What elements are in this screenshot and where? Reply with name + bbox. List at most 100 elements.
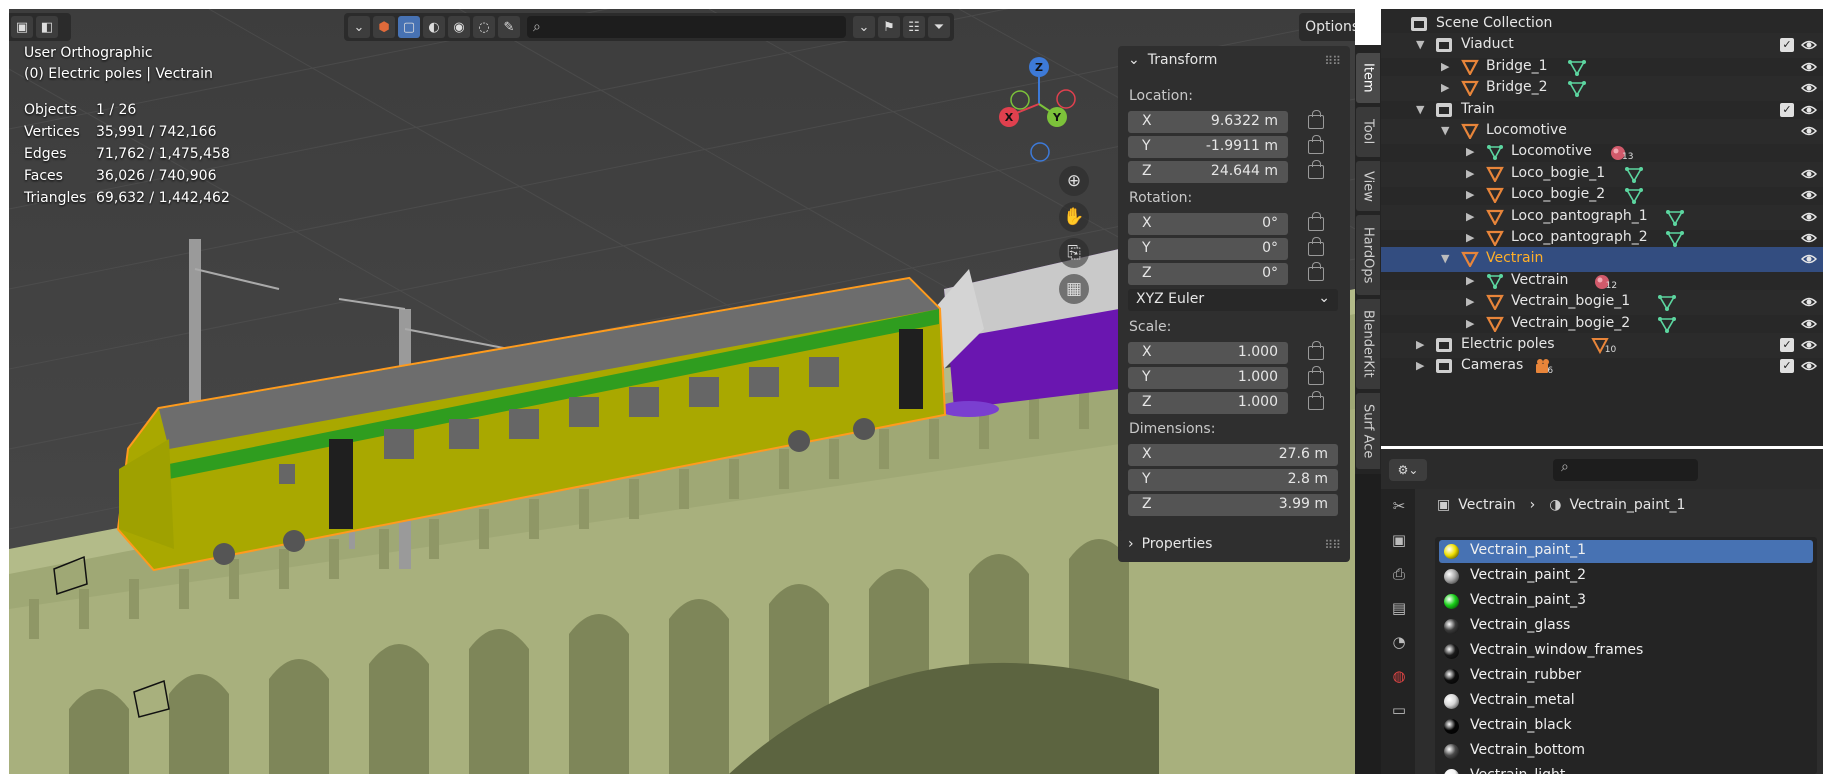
material-slot[interactable]: Vectrain_bottom [1439,740,1813,763]
eye-icon[interactable] [1801,294,1817,310]
hand-pan-icon[interactable]: ✋ [1059,202,1089,232]
tab-item[interactable]: Item [1356,53,1380,103]
eye-icon[interactable] [1801,166,1817,182]
properties-panel-header[interactable]: › Properties ⠿⠿ [1118,530,1350,562]
expand-right-icon[interactable]: ▶ [1441,81,1449,94]
gizmo-z-axis[interactable]: Z [1029,57,1049,77]
material-slot[interactable]: Vectrain_light [1439,765,1813,774]
solid-shading-icon[interactable]: ◐ [423,16,445,38]
material-slot[interactable]: Vectrain_paint_3 [1439,590,1813,613]
expand-down-icon[interactable]: ▼ [1441,124,1449,137]
tool-settings-icon[interactable]: ✂ [1390,497,1408,515]
material-slot[interactable]: Vectrain_black [1439,715,1813,738]
expand-right-icon[interactable]: ▶ [1466,188,1474,201]
expand-right-icon[interactable]: ▶ [1466,210,1474,223]
expand-right-icon[interactable]: ▶ [1466,167,1474,180]
expand-right-icon[interactable]: ▶ [1466,274,1474,287]
view-layer-dropdown-icon[interactable]: ⌄ [348,16,370,38]
scale-x-field[interactable]: X 1.000 [1128,342,1288,364]
view-layer-icon[interactable]: ▤ [1390,599,1408,617]
tab-view[interactable]: View [1356,161,1380,211]
expand-right-icon[interactable]: ▶ [1466,295,1474,308]
dimensions-x-field[interactable]: X 27.6 m [1128,444,1338,466]
material-slot[interactable]: Vectrain_paint_2 [1439,565,1813,588]
material-slot[interactable]: Vectrain_paint_1 [1439,540,1813,563]
eye-icon[interactable] [1801,123,1817,139]
drag-handle-icon[interactable]: ⠿⠿ [1324,54,1341,68]
lock-icon[interactable] [1308,262,1324,281]
bookmark-icon[interactable]: ⚑ [878,16,900,38]
camera-view-icon[interactable]: ⎘ [1059,238,1089,268]
output-icon[interactable]: ⎙ [1390,565,1408,583]
eye-icon[interactable] [1801,59,1817,75]
rotation-y-field[interactable]: Y 0° [1128,238,1288,260]
scale-z-field[interactable]: Z 1.000 [1128,392,1288,414]
rendered-shading-icon[interactable]: ◌ [473,16,495,38]
collapse-icon[interactable]: ⌄ [853,16,875,38]
tab-blenderkit[interactable]: BlenderKit [1356,299,1380,389]
expand-right-icon[interactable]: ▶ [1466,145,1474,158]
expand-down-icon[interactable]: ▼ [1416,38,1424,51]
selectable-filter-icon[interactable]: ▢ [398,16,420,38]
location-z-field[interactable]: Z 24.644 m [1128,161,1288,183]
brush-icon[interactable]: ✎ [498,16,520,38]
lock-icon[interactable] [1308,366,1324,385]
material-shading-icon[interactable]: ◉ [448,16,470,38]
expand-down-icon[interactable]: ▼ [1441,252,1449,265]
dimensions-y-field[interactable]: Y 2.8 m [1128,469,1338,491]
select-extend-icon[interactable]: ◧ [36,16,58,38]
eye-icon[interactable] [1801,80,1817,96]
sort-icon[interactable]: ☷ [903,16,925,38]
lock-icon[interactable] [1308,341,1324,360]
expand-right-icon[interactable]: ▶ [1416,359,1424,372]
eye-icon[interactable] [1801,187,1817,203]
location-y-field[interactable]: Y -1.9911 m [1128,136,1288,158]
ortho-grid-icon[interactable]: ▦ [1059,274,1089,304]
expand-right-icon[interactable]: ▶ [1466,317,1474,330]
editor-type-dropdown[interactable]: ⚙⌄ [1389,459,1427,481]
tab-hardops[interactable]: HardOps [1356,215,1380,295]
viewport-search-field[interactable]: ⌕ [527,16,846,38]
lock-icon[interactable] [1308,160,1324,179]
expand-right-icon[interactable]: ▶ [1466,231,1474,244]
material-slot[interactable]: Vectrain_glass [1439,615,1813,638]
rotation-x-field[interactable]: X 0° [1128,213,1288,235]
scale-y-field[interactable]: Y 1.000 [1128,367,1288,389]
lock-icon[interactable] [1308,110,1324,129]
transform-header[interactable]: ⌄ Transform [1128,52,1217,68]
render-icon[interactable]: ▣ [1390,531,1408,549]
material-slot[interactable]: Vectrain_window_frames [1439,640,1813,663]
zoom-icon[interactable]: ⊕ [1059,166,1089,196]
expand-right-icon[interactable]: ▶ [1441,60,1449,73]
eye-icon[interactable] [1801,337,1817,353]
scene-icon[interactable]: ◔ [1390,633,1408,651]
eye-icon[interactable] [1801,230,1817,246]
tab-tool[interactable]: Tool [1356,107,1380,157]
eye-icon[interactable] [1801,251,1817,267]
expand-right-icon[interactable]: ▶ [1416,338,1424,351]
exclude-checkbox[interactable]: ✓ [1780,338,1794,352]
collection-icon[interactable]: ▭ [1390,701,1408,719]
dimensions-z-field[interactable]: Z 3.99 m [1128,494,1338,516]
gizmo-x-axis[interactable]: X [999,107,1019,127]
drag-handle-icon[interactable]: ⠿⠿ [1324,538,1341,552]
gizmo-y-axis[interactable]: Y [1047,107,1067,127]
options-dropdown[interactable]: Options ⌄ [1299,13,1355,41]
material-slot[interactable]: Vectrain_metal [1439,690,1813,713]
exclude-checkbox[interactable]: ✓ [1780,359,1794,374]
world-icon[interactable]: ◍ [1390,667,1408,685]
select-box-icon[interactable]: ▣ [11,16,33,38]
rotation-z-field[interactable]: Z 0° [1128,263,1288,285]
eye-icon[interactable] [1801,209,1817,225]
eye-icon[interactable] [1801,358,1817,374]
rotation-mode-dropdown[interactable]: XYZ Euler ⌄ [1128,289,1338,311]
eye-icon[interactable] [1801,37,1817,53]
expand-down-icon[interactable]: ▼ [1416,103,1424,116]
material-slot[interactable]: Vectrain_rubber [1439,665,1813,688]
lock-icon[interactable] [1308,391,1324,410]
location-x-field[interactable]: X 9.6322 m [1128,111,1288,133]
object-type-icon[interactable]: ⬢ [373,16,395,38]
outliner-row[interactable]: ▶ Cameras 6 ✓ [1381,354,1823,379]
exclude-checkbox[interactable]: ✓ [1780,102,1794,117]
lock-icon[interactable] [1308,212,1324,231]
